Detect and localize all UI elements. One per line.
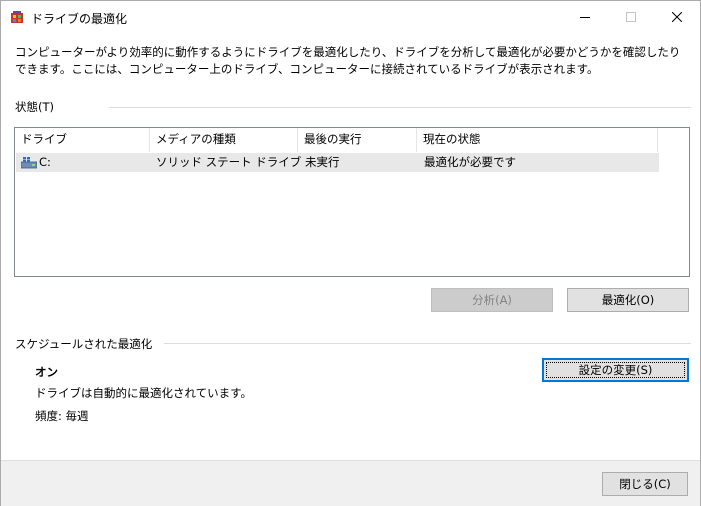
cell-last-run: 未実行 [305,155,340,169]
schedule-state: オン [35,365,58,379]
maximize-icon [626,11,636,22]
drive-list-header: ドライブ メディアの種類 最後の実行 現在の状態 [15,128,689,152]
column-header-last-run[interactable]: 最後の実行 [298,128,417,152]
status-group-divider [109,107,691,108]
schedule-group-label: スケジュールされた最適化 [15,337,153,351]
column-header-current-status[interactable]: 現在の状態 [417,128,658,152]
close-window-button[interactable] [654,1,700,32]
column-header-media-type[interactable]: メディアの種類 [150,128,298,152]
analyze-button[interactable]: 分析(A) [431,288,553,312]
schedule-frequency: 頻度: 毎週 [35,409,89,423]
description-text: コンピューターがより効率的に動作するようにドライブを最適化したり、ドライブを分析… [15,45,681,76]
window-title: ドライブの最適化 [31,12,128,26]
minimize-icon [580,16,590,18]
drive-list[interactable]: ドライブ メディアの種類 最後の実行 現在の状態 C: ソリッド ステート ドラ… [14,127,690,277]
defrag-app-icon [11,11,23,23]
change-settings-button[interactable]: 設定の変更(S) [542,358,689,382]
schedule-message: ドライブは自動的に最適化されています。 [35,386,253,400]
optimize-drives-window: ドライブの最適化 コンピューターがより効率的に動作するようにドライブを最適化した… [0,0,701,506]
close-button[interactable]: 閉じる(C) [602,472,688,496]
cell-drive: C: [39,155,51,169]
maximize-button [608,1,654,32]
drive-icon [21,157,37,169]
change-settings-label: 設定の変更(S) [578,363,653,377]
cell-media-type: ソリッド ステート ドライブ [156,155,302,169]
column-header-drive[interactable]: ドライブ [15,128,150,152]
close-icon [672,11,682,22]
footer-bar: 閉じる(C) [1,460,700,506]
title-bar[interactable]: ドライブの最適化 [1,1,700,32]
table-row[interactable]: C: ソリッド ステート ドライブ 未実行 最適化が必要です [16,153,659,172]
minimize-button[interactable] [562,1,608,32]
cell-status: 最適化が必要です [424,155,516,169]
optimize-button[interactable]: 最適化(O) [567,288,689,312]
schedule-group-divider [164,343,691,344]
status-group-label: 状態(T) [15,100,54,114]
